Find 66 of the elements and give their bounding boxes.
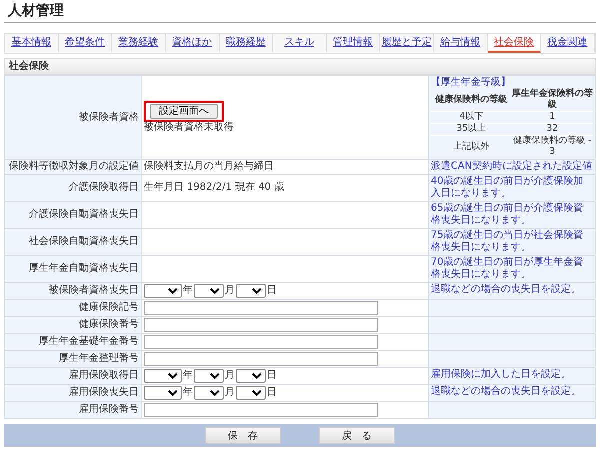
hint-text: 75歳の誕生日の当日が社会保険資格喪失日になります。 bbox=[431, 230, 584, 253]
unit-label: 月 bbox=[225, 285, 235, 297]
date-select[interactable] bbox=[236, 369, 266, 383]
page-title: 人材管理 bbox=[4, 0, 596, 23]
field-label: 被保険者資格喪失日 bbox=[4, 282, 142, 300]
field-label: 雇用保険喪失日 bbox=[4, 384, 142, 402]
table-cell: 4以下 bbox=[431, 112, 512, 124]
hint-text: 雇用保険に加入した日を設定。 bbox=[431, 369, 571, 380]
column-header: 厚生年金保険料の等級 bbox=[512, 89, 593, 112]
field-label: 介護保険取得日 bbox=[4, 174, 142, 202]
tab[interactable]: 職務経歴 bbox=[220, 34, 274, 53]
table-cell: 1 bbox=[512, 112, 593, 124]
field-label: 健康保険記号 bbox=[4, 300, 142, 316]
unit-label: 日 bbox=[267, 370, 277, 382]
date-select[interactable] bbox=[194, 284, 224, 298]
unit-label: 日 bbox=[267, 387, 277, 399]
hint-text: 65歳の誕生日の前日が介護保険資格喪失日になります。 bbox=[431, 203, 584, 226]
field-label: 厚生年金整理番号 bbox=[4, 350, 142, 368]
date-select[interactable] bbox=[144, 284, 182, 298]
text-input[interactable] bbox=[144, 301, 378, 315]
unit-label: 年 bbox=[183, 370, 193, 382]
date-select[interactable] bbox=[144, 369, 182, 383]
hint-text: 退職などの場合の喪失日を設定。 bbox=[431, 284, 581, 295]
section-header: 社会保険 bbox=[4, 58, 596, 75]
hint-text: 派遣CAN契約時に設定された設定値 bbox=[431, 161, 592, 172]
back-button[interactable]: 戻 る bbox=[319, 427, 395, 444]
tab[interactable]: 社会保険 bbox=[488, 34, 542, 53]
unit-label: 年 bbox=[183, 387, 193, 399]
field-label: 厚生年金自動資格喪失日 bbox=[4, 256, 142, 282]
field-label: 保険料等徴収対象月の設定値 bbox=[4, 160, 142, 174]
hint-text: 40歳の誕生日の前日が介護保険加入日になります。 bbox=[431, 176, 584, 199]
column-header: 健康保険料の等級 bbox=[431, 89, 512, 112]
unit-label: 年 bbox=[183, 285, 193, 297]
text-input[interactable] bbox=[144, 403, 378, 417]
table-cell: 健康保険料の等級 - 3 bbox=[512, 136, 593, 158]
hint-text: 退職などの場合の喪失日を設定。 bbox=[431, 386, 581, 397]
save-button[interactable]: 保 存 bbox=[205, 427, 281, 444]
table-cell: 上記以外 bbox=[431, 136, 512, 158]
settings-button[interactable]: 設定画面へ bbox=[150, 104, 218, 119]
date-select[interactable] bbox=[144, 386, 182, 400]
unit-label: 日 bbox=[267, 285, 277, 297]
tab[interactable]: 履歴と予定 bbox=[380, 34, 434, 53]
date-select[interactable] bbox=[236, 386, 266, 400]
value-text: 生年月日 1982/2/1 現在 40 歳 bbox=[144, 182, 284, 193]
field-label: 厚生年金基礎年金番号 bbox=[4, 334, 142, 350]
value-text: 保険料支払月の当月給与締日 bbox=[144, 161, 274, 172]
text-input[interactable] bbox=[144, 335, 378, 349]
hint-text: 70歳の誕生日の前日が厚生年金資格喪失日になります。 bbox=[431, 257, 584, 280]
table-cell: 32 bbox=[512, 124, 593, 136]
tab[interactable]: 希望条件 bbox=[58, 34, 112, 53]
field-label: 雇用保険取得日 bbox=[4, 368, 142, 384]
status-text: 被保険者資格未取得 bbox=[144, 122, 234, 133]
text-input[interactable] bbox=[144, 352, 378, 366]
unit-label: 月 bbox=[225, 370, 235, 382]
date-select[interactable] bbox=[194, 386, 224, 400]
field-label: 雇用保険番号 bbox=[4, 402, 142, 418]
unit-label: 月 bbox=[225, 387, 235, 399]
field-label: 社会保険自動資格喪失日 bbox=[4, 228, 142, 256]
table-cell: 35以上 bbox=[431, 124, 512, 136]
field-label: 介護保険自動資格喪失日 bbox=[4, 202, 142, 228]
text-input[interactable] bbox=[144, 318, 378, 332]
field-label: 被保険者資格 bbox=[4, 76, 142, 160]
date-select[interactable] bbox=[236, 284, 266, 298]
date-select[interactable] bbox=[194, 369, 224, 383]
field-label: 健康保険番号 bbox=[4, 316, 142, 334]
grade-heading: 【厚生年金等級】 bbox=[431, 77, 512, 89]
